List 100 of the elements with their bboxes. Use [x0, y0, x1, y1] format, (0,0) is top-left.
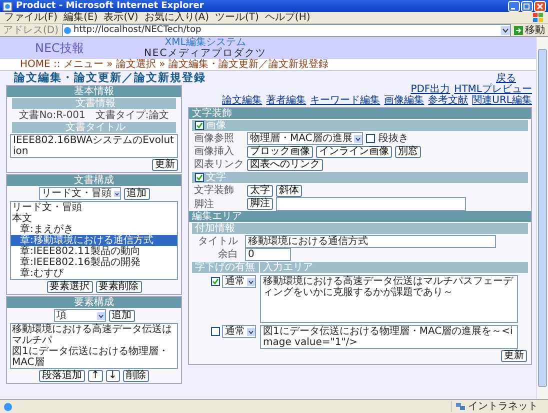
menu-item[interactable]: ファイル(F): [4, 12, 58, 23]
window-title: Product - Microsoft Internet Explorer: [16, 0, 205, 12]
link-button[interactable]: 図表へのリンク: [247, 158, 323, 170]
edit-link[interactable]: 参考文献: [428, 95, 468, 106]
indent-checkbox[interactable]: [211, 327, 220, 336]
panel-header: 編集エリア: [189, 211, 531, 222]
output-link[interactable]: PDF出力: [410, 84, 450, 95]
footnote-button[interactable]: 脚注: [247, 198, 273, 210]
flag-logo-icon: [532, 12, 544, 23]
field-label: 余白: [217, 249, 238, 260]
field-label: 文字装飾: [194, 185, 235, 196]
list-button[interactable]: 要素削除: [96, 281, 142, 293]
system-title: XML編集システム: [164, 37, 246, 48]
dropdown-arrow-icon: [96, 312, 104, 320]
style-dropdown[interactable]: 通常: [222, 275, 256, 288]
title-text-area[interactable]: IEEE802.16BWAシステムのEvolution: [10, 134, 178, 158]
menu-item[interactable]: ツール(T): [215, 12, 259, 23]
scrollbar[interactable]: [536, 37, 548, 399]
list-button[interactable]: ↓: [106, 370, 120, 382]
margin-input[interactable]: 0: [245, 248, 291, 261]
column-header: 入力エリア: [260, 262, 528, 273]
page-icon: [3, 402, 13, 412]
list-item[interactable]: 本文: [11, 213, 177, 224]
indent-checkbox[interactable]: [211, 277, 220, 286]
menu-item[interactable]: ヘルプ(H): [264, 12, 310, 23]
back-link[interactable]: 戻る: [496, 73, 516, 84]
edit-link[interactable]: 論文編集: [222, 95, 262, 106]
element-dropdown[interactable]: 項: [54, 309, 106, 322]
menu-item[interactable]: お気に入り(A): [144, 12, 209, 23]
add-button[interactable]: 追加: [124, 188, 150, 200]
output-link[interactable]: HTMLプレビュー: [454, 84, 532, 95]
edit-link[interactable]: 関連URL編集: [472, 95, 532, 106]
style-button[interactable]: 太字: [247, 184, 273, 196]
field-label: タイトル: [197, 236, 238, 247]
checkbox[interactable]: [366, 134, 376, 143]
list-button[interactable]: ↑: [88, 370, 102, 382]
list-item[interactable]: 移動環境における高速データ伝送はマルチパ: [11, 324, 177, 346]
go-button[interactable]: 移動: [514, 24, 545, 36]
dropdown-arrow-icon: [247, 328, 255, 336]
dropdown-arrow-icon: [247, 278, 255, 286]
network-icon: [455, 402, 466, 412]
checkbox-label: 段抜き: [378, 133, 408, 144]
list-item[interactable]: 図1にデータ伝送における物理層・MAC層: [11, 346, 177, 368]
style-button[interactable]: 斜体: [276, 184, 302, 196]
list-button[interactable]: 段落追加: [39, 370, 86, 382]
list-item[interactable]: 章:IEEE802.16製品の開発: [11, 257, 177, 268]
minimize-button[interactable]: [508, 0, 520, 12]
dropdown-arrow-icon: [354, 134, 362, 142]
list-item[interactable]: 章:移動環境における通信方式: [11, 235, 177, 246]
menu-item[interactable]: 表示(V): [104, 12, 138, 23]
style-dropdown[interactable]: 通常: [222, 325, 256, 338]
list-button[interactable]: 要素選択: [46, 281, 92, 293]
field-label: 脚注: [194, 198, 215, 210]
element-dropdown[interactable]: リード文・冒頭: [38, 187, 120, 200]
dropdown-arrow-icon: [114, 190, 120, 198]
edit-link[interactable]: キーワード編集: [310, 95, 380, 106]
menu-item[interactable]: 編集(E): [64, 12, 98, 23]
site-logo: NEC技報: [35, 42, 84, 54]
list-item[interactable]: 章:むすび: [11, 268, 177, 279]
image-dropdown[interactable]: 物理層・MAC層の進展: [247, 132, 364, 145]
section-title: 画像: [206, 120, 226, 131]
insert-button[interactable]: 別窓: [395, 146, 421, 158]
field-label: 図表リンク: [194, 159, 244, 170]
zone-label: イントラネット: [468, 401, 538, 412]
list-item[interactable]: 章:まえがき: [11, 224, 177, 235]
paragraph-text-area[interactable]: 移動環境における高速データ伝送はマルチパスフェーディングをいかに克服するかが課題であり～: [260, 275, 518, 323]
breadcrumb: HOME :: メニュー » 論文選択 » 論文編集・論文更新／論文新規登録: [20, 59, 328, 70]
page-icon: [62, 26, 72, 34]
address-field[interactable]: http://localhost/NECTech/top: [62, 24, 511, 36]
checkbox[interactable]: [195, 121, 204, 130]
insert-button[interactable]: ブロック画像: [247, 146, 313, 158]
insert-button[interactable]: インライン画像: [316, 146, 392, 158]
dropdown-arrow-icon[interactable]: [501, 26, 510, 34]
list-item[interactable]: 章:IEEE802.11製品の動向: [11, 246, 177, 257]
restore-button[interactable]: [521, 0, 533, 12]
section-header: 文書情報: [12, 98, 176, 109]
document-info: 文書No:R-001 文書タイプ:論文: [18, 110, 170, 121]
close-button[interactable]: [534, 0, 546, 12]
update-button[interactable]: 更新: [152, 159, 178, 171]
panel-header: 基本情報: [7, 86, 181, 97]
panel-header: 要素構成: [7, 297, 181, 308]
page-title: 論文編集・論文更新／論文新規登録: [14, 71, 206, 84]
panel-header: 文書構成: [7, 175, 181, 186]
footnote-text-area[interactable]: [276, 197, 466, 211]
edit-link[interactable]: 画像編集: [384, 95, 424, 106]
add-button[interactable]: 追加: [108, 310, 134, 322]
update-button[interactable]: 更新: [501, 350, 527, 362]
field-label: 画像挿入: [194, 146, 235, 157]
checkbox[interactable]: [195, 173, 204, 182]
paragraph-input[interactable]: 図1にデータ伝送における物理層・MAC層の進展を～<image value="1"/>: [260, 325, 518, 349]
section-title: 文字: [206, 172, 226, 183]
section-header: 文書タイトル: [12, 122, 176, 133]
field-label: 画像参照: [194, 133, 235, 144]
arrow-icon: [514, 26, 523, 34]
edit-link[interactable]: 著者編集: [266, 95, 306, 106]
list-item[interactable]: リード文・冒頭: [11, 202, 177, 213]
company-name: NECメディアプロダクツ: [144, 48, 267, 59]
address-label: アドレス(D): [3, 24, 59, 36]
title-text-area[interactable]: 移動環境における通信方式: [245, 235, 496, 248]
list-button[interactable]: 削除: [122, 370, 149, 382]
